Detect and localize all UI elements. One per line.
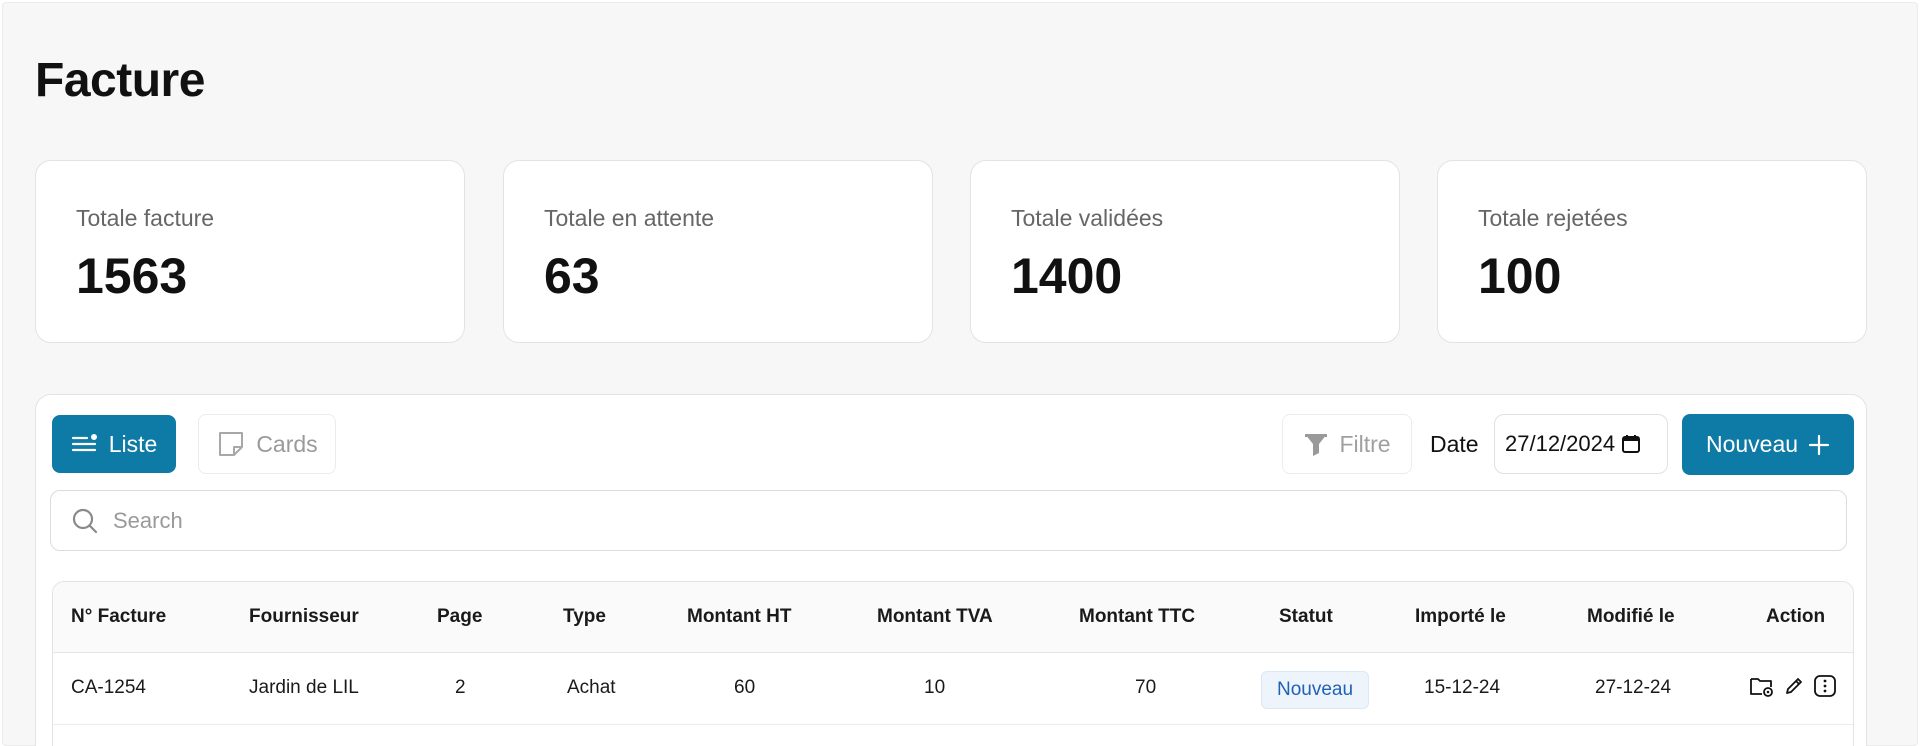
cards-label: Cards [256,430,318,457]
date-input[interactable]: 27/12/2024 [1494,414,1668,474]
liste-label: Liste [108,430,158,457]
cell-page: 2 [455,677,466,698]
stat-label: Totale en attente [544,205,715,231]
status-badge: Nouveau [1261,671,1369,709]
search-icon [71,507,99,535]
header-montant-ht[interactable]: Montant HT [687,606,791,628]
stat-card-validated: Totale validées 1400 [970,160,1400,343]
edit-icon[interactable] [1783,675,1805,697]
header-numero[interactable]: N° Facture [71,606,166,628]
search-input[interactable]: Search [50,490,1847,551]
filtre-label: Filtre [1339,430,1391,457]
cards-icon [216,429,246,459]
date-label: Date [1430,431,1479,457]
invoice-panel: Liste Cards Filtre Date 27/12/2024 Nouve… [35,394,1867,746]
cell-montant-ttc: 70 [1135,677,1157,698]
list-icon [71,432,99,456]
stat-card-total: Totale facture 1563 [35,160,465,343]
search-placeholder: Search [113,507,183,533]
nouveau-button[interactable]: Nouveau [1682,414,1854,475]
stat-value: 1563 [76,248,188,304]
folder-view-icon[interactable] [1749,674,1775,698]
invoice-table: N° Facture Fournisseur Page Type Montant… [52,581,1854,746]
stat-card-rejected: Totale rejetées 100 [1437,160,1867,343]
filter-icon [1303,431,1329,457]
liste-view-button[interactable]: Liste [52,415,176,473]
header-importe-le[interactable]: Importé le [1415,606,1506,628]
cell-importe-le: 15-12-24 [1424,677,1501,698]
header-statut[interactable]: Statut [1279,606,1333,628]
header-montant-tva[interactable]: Montant TVA [877,606,993,628]
stat-value: 1400 [1011,248,1123,304]
cell-numero: CA-1254 [71,677,146,698]
stats-row: Totale facture 1563 Totale en attente 63… [35,160,1869,343]
row-actions [1749,674,1837,698]
cards-view-button[interactable]: Cards [198,414,336,474]
cell-modifie-le: 27-12-24 [1595,677,1672,698]
page: Facture Totale facture 1563 Totale en at… [2,2,1918,746]
table-header: N° Facture Fournisseur Page Type Montant… [53,582,1853,653]
cell-montant-ht: 60 [734,677,756,698]
nouveau-label: Nouveau [1705,431,1799,457]
header-modifie-le[interactable]: Modifié le [1587,606,1675,628]
cell-montant-tva: 10 [924,677,946,698]
stat-value: 63 [544,248,600,304]
cell-fournisseur: Jardin de LIL [249,677,359,698]
plus-icon [1808,434,1830,456]
cell-type: Achat [567,677,616,698]
header-type[interactable]: Type [563,606,606,628]
date-value: 27/12/2024 [1505,431,1616,456]
header-montant-ttc[interactable]: Montant TTC [1079,606,1195,628]
filtre-button[interactable]: Filtre [1282,414,1412,474]
stat-label: Totale facture [76,205,215,231]
page-title: Facture [35,54,205,107]
table-row[interactable]: CA-1254 Jardin de LIL 2 Achat 60 10 70 N… [53,654,1853,725]
stat-label: Totale rejetées [1478,205,1628,231]
calendar-icon[interactable] [1621,434,1641,454]
stat-value: 100 [1478,248,1562,304]
stat-label: Totale validées [1011,205,1164,231]
stat-card-pending: Totale en attente 63 [503,160,933,343]
header-fournisseur[interactable]: Fournisseur [249,606,359,628]
header-page[interactable]: Page [437,606,482,628]
more-icon[interactable] [1813,674,1837,698]
header-action: Action [1766,606,1826,627]
